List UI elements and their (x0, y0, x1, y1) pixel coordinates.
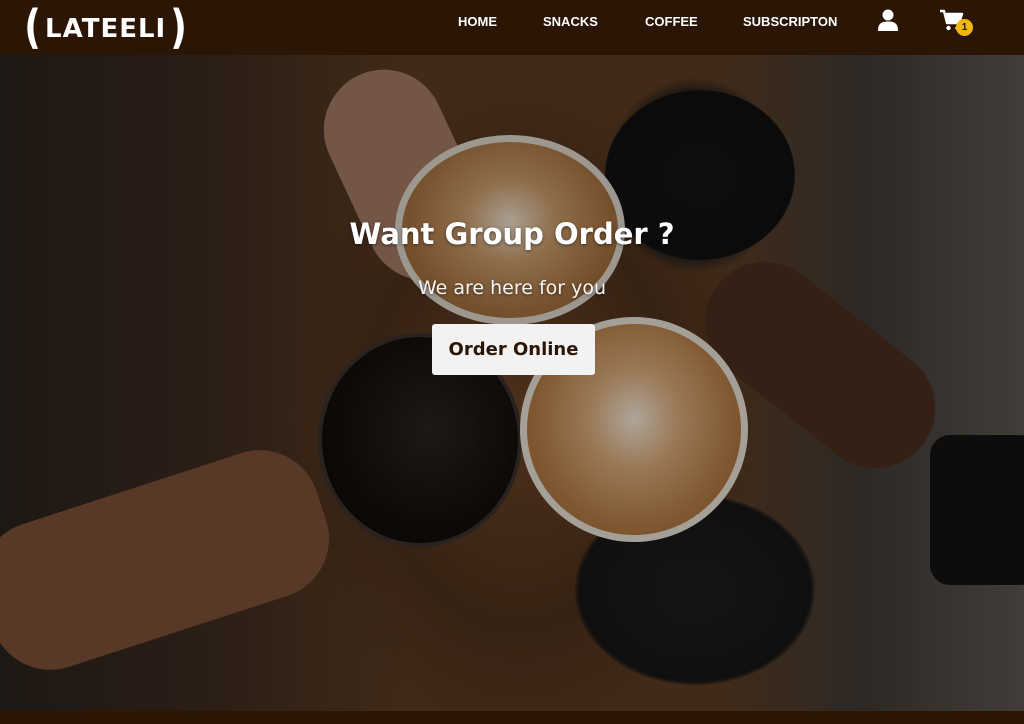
hero-title: Want Group Order ? (349, 217, 675, 251)
nav-link-subscription[interactable]: SUBSCRIPTON (743, 14, 837, 29)
hero-content: Want Group Order ? We are here for you O… (0, 55, 1024, 711)
order-online-button[interactable]: Order Online (432, 324, 595, 375)
footer-strip (0, 711, 1024, 724)
nav-link-home[interactable]: HOME (458, 14, 497, 29)
nav-link-snacks[interactable]: SNACKS (543, 14, 598, 29)
cart-count-badge: 1 (956, 19, 973, 36)
main-nav: HOME SNACKS COFFEE SUBSCRIPTON (0, 0, 1024, 42)
navbar: ( LATEELI ) HOME SNACKS COFFEE SUBSCRIPT… (0, 0, 1024, 55)
hero-section: Want Group Order ? We are here for you O… (0, 55, 1024, 711)
hero-subtitle: We are here for you (417, 277, 607, 299)
nav-link-coffee[interactable]: COFFEE (645, 14, 698, 29)
user-icon[interactable] (878, 9, 898, 31)
